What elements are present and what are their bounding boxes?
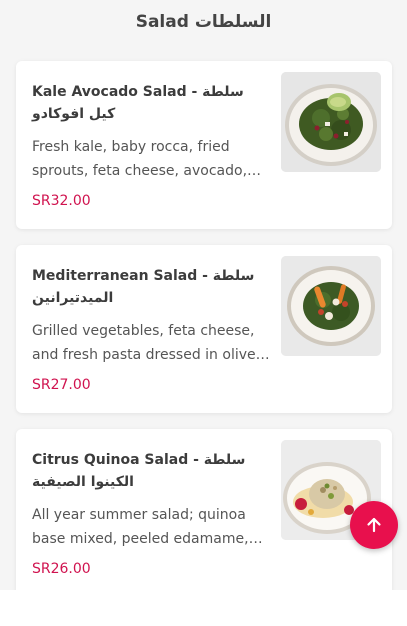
menu-content: Salad السلطات Kale Avocado Salad - سلطة … bbox=[0, 0, 407, 590]
menu-item-title: Mediterranean Salad - سلطة الميدتيرانين bbox=[32, 268, 255, 306]
menu-item-card[interactable]: Kale Avocado Salad - سلطة كيل افوكادو Fr… bbox=[16, 61, 392, 229]
kale-avocado-salad-photo[interactable] bbox=[281, 72, 381, 172]
menu-item-description: Grilled vegetables, feta cheese, and fre… bbox=[32, 323, 256, 363]
menu-item-card[interactable]: Mediterranean Salad - سلطة الميدتيرانين … bbox=[16, 245, 392, 413]
menu-screen: Salad السلطات Kale Avocado Salad - سلطة … bbox=[0, 0, 407, 626]
menu-item-price: SR26.00 bbox=[32, 561, 91, 577]
menu-item-card[interactable]: Citrus Quinoa Salad - سلطة الكينوا الصيف… bbox=[16, 429, 392, 590]
scroll-to-top-button[interactable] bbox=[350, 501, 398, 549]
mediterranean-salad-photo[interactable] bbox=[281, 256, 381, 356]
menu-item-price: SR32.00 bbox=[32, 193, 91, 209]
menu-item-title: Kale Avocado Salad - سلطة كيل افوكادو bbox=[32, 84, 244, 122]
section-title: Salad السلطات bbox=[135, 12, 272, 32]
arrow-up-icon bbox=[367, 517, 381, 533]
menu-item-title: Citrus Quinoa Salad - سلطة الكينوا الصيف… bbox=[32, 452, 246, 490]
menu-item-price: SR27.00 bbox=[32, 377, 91, 393]
menu-item-description: Fresh kale, baby rocca, fried sprouts, f… bbox=[32, 139, 248, 179]
menu-item-description: All year summer salad; quinoa base mixed… bbox=[32, 507, 249, 547]
